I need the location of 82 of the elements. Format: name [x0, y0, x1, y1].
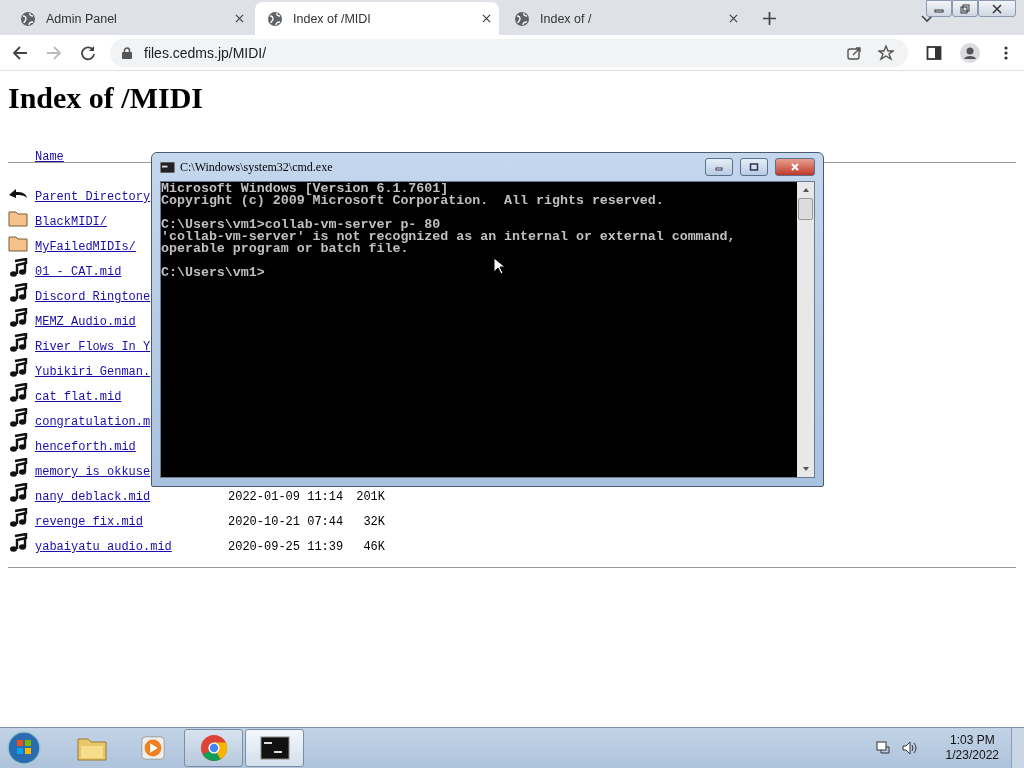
- globe-icon: [20, 10, 36, 27]
- scroll-down-icon[interactable]: [801, 465, 810, 473]
- music-note-icon: [8, 507, 28, 528]
- close-icon[interactable]: [729, 14, 738, 23]
- close-button[interactable]: [978, 0, 1016, 17]
- name-column-link[interactable]: Name: [35, 150, 64, 164]
- star-icon[interactable]: [878, 44, 894, 61]
- music-note-icon: [8, 382, 28, 403]
- window-title: C:\Windows\system32\cmd.exe: [180, 159, 333, 175]
- side-panel-icon[interactable]: [926, 44, 942, 61]
- file-link[interactable]: cat_flat.mid: [35, 390, 122, 404]
- console-text: C:\Users\vm1>collab-vm-server p- 80 'collab-vm-server' is not recognized as an internal or external command, operable program or batch file.: [161, 219, 736, 255]
- file-link[interactable]: Discord Ringtone: [35, 290, 151, 304]
- restore-button[interactable]: [952, 0, 978, 17]
- scroll-up-icon[interactable]: [801, 186, 810, 194]
- file-link[interactable]: memory_is_okkuse: [35, 465, 151, 479]
- close-icon: [790, 162, 800, 172]
- music-note-icon: [8, 357, 28, 378]
- console-icon: [160, 161, 175, 173]
- file-link[interactable]: congratulation.m: [35, 415, 151, 429]
- modified-date: 2020-09-25 11:39: [228, 540, 344, 554]
- file-link[interactable]: MEMZ_Audio.mid: [35, 315, 136, 329]
- share-icon[interactable]: [846, 44, 862, 61]
- file-link[interactable]: River Flows In Y: [35, 340, 151, 354]
- file-link[interactable]: Yubikiri_Genman.: [35, 365, 151, 379]
- file-link[interactable]: henceforth.mid: [35, 440, 136, 454]
- console-text: Microsoft Windows [Version 6.1.7601] Copyright (c) 2009 Microsoft Corporation. All rights reserved.: [161, 183, 664, 207]
- globe-icon: [267, 10, 283, 27]
- file-size: 32K: [363, 515, 385, 529]
- music-note-icon: [8, 332, 28, 353]
- scroll-thumb[interactable]: [798, 198, 813, 220]
- file-size: 201K: [356, 490, 385, 504]
- file-link[interactable]: nany_deblack.mid: [35, 490, 151, 504]
- address-bar[interactable]: files.cedms.jp/MIDI/: [110, 38, 908, 67]
- clock-date: 1/23/2022: [945, 748, 999, 763]
- clock-time: 1:03 PM: [949, 733, 995, 748]
- back-icon[interactable]: [12, 44, 28, 61]
- restore-icon: [960, 3, 970, 14]
- file-link[interactable]: MyFailedMIDIs/: [35, 240, 136, 254]
- music-note-icon: [8, 432, 28, 453]
- file-link[interactable]: revenge_fix.mid: [35, 515, 144, 529]
- browser-tab[interactable]: Index of /MIDI: [255, 2, 499, 35]
- music-note-icon: [8, 457, 28, 478]
- globe-icon: [514, 10, 530, 27]
- music-note-icon: [8, 282, 28, 303]
- browser-tab[interactable]: Index of /: [502, 2, 746, 35]
- file-link[interactable]: yabaiyatu_audio.mid: [35, 540, 172, 554]
- cursor-icon: [493, 257, 505, 275]
- close-icon[interactable]: [235, 14, 244, 23]
- console-icon: [259, 734, 290, 762]
- music-note-icon: [8, 307, 28, 328]
- modified-date: 2020-10-21 07:44: [228, 515, 344, 529]
- file-link[interactable]: BlackMIDI/: [35, 215, 107, 229]
- music-note-icon: [8, 257, 28, 278]
- minimize-button[interactable]: [705, 158, 733, 176]
- reload-icon[interactable]: [80, 44, 96, 61]
- start-button[interactable]: [6, 730, 42, 766]
- clock[interactable]: 1:03 PM 1/23/2022: [945, 733, 999, 763]
- music-note-icon: [8, 482, 28, 503]
- browser-tab[interactable]: Admin Panel: [8, 2, 252, 35]
- minimize-button[interactable]: [926, 0, 952, 17]
- file-link[interactable]: 01_-_CAT.mid: [35, 265, 122, 279]
- maximize-icon: [749, 162, 759, 172]
- scrollbar[interactable]: [797, 182, 814, 477]
- profile-icon[interactable]: [960, 42, 980, 63]
- file-size: 46K: [363, 540, 385, 554]
- new-tab-icon[interactable]: [763, 12, 776, 25]
- modified-date: 2022-01-09 11:14: [228, 490, 344, 504]
- speaker-icon[interactable]: [901, 740, 918, 756]
- chevron-down-icon[interactable]: [921, 15, 933, 23]
- music-note-icon: [8, 407, 28, 428]
- page-heading: Index of /MIDI: [8, 83, 204, 116]
- close-icon: [992, 3, 1002, 14]
- taskbar-button[interactable]: [245, 729, 304, 767]
- console-text: C:\Users\vm1>: [161, 267, 265, 279]
- browser-icon: [198, 734, 229, 762]
- file-link[interactable]: Parent Directory: [35, 190, 151, 204]
- music-note-icon: [8, 532, 28, 553]
- network-icon[interactable]: [875, 740, 892, 756]
- lock-icon: [122, 46, 132, 59]
- maximize-button[interactable]: [740, 158, 768, 176]
- close-icon[interactable]: [482, 14, 491, 23]
